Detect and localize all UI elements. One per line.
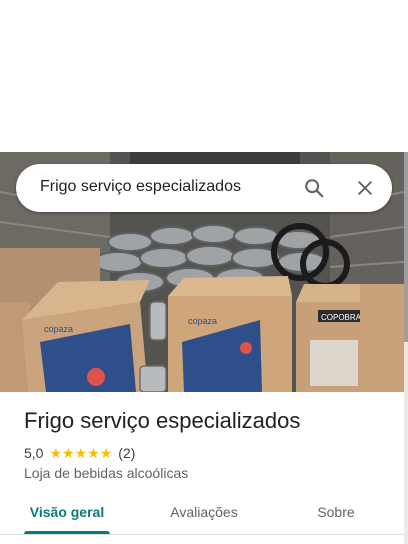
search-icon <box>305 179 324 198</box>
scrollbar-thumb[interactable] <box>404 152 408 342</box>
place-category: Loja de bebidas alcoólicas <box>24 465 189 481</box>
star-rating: ★ ★ ★ ★ ★ <box>49 446 112 460</box>
star-icon: ★ <box>62 445 75 461</box>
rating-row[interactable]: 5,0 ★ ★ ★ ★ ★ (2) <box>24 444 135 462</box>
review-count[interactable]: (2) <box>118 445 135 461</box>
place-title: Frigo serviço especializados <box>24 408 301 433</box>
search-bar[interactable]: Frigo serviço especializados <box>16 164 392 212</box>
rating-value: 5,0 <box>24 445 44 461</box>
blank-area <box>0 0 408 152</box>
search-button[interactable] <box>298 172 330 204</box>
svg-text:copaza: copaza <box>44 324 73 334</box>
tab-reviews[interactable]: Avaliações <box>160 504 248 520</box>
search-input[interactable]: Frigo serviço especializados <box>40 178 241 196</box>
star-icon: ★ <box>87 445 100 461</box>
svg-text:copaza: copaza <box>188 316 217 326</box>
star-icon: ★ <box>74 445 88 461</box>
tabs-divider <box>0 534 404 535</box>
clear-search-button[interactable] <box>349 172 381 204</box>
tab-overview[interactable]: Visão geral <box>24 504 110 520</box>
star-icon: ★ <box>49 445 63 461</box>
place-tabs: Visão geral Avaliações Sobre <box>0 492 404 536</box>
star-icon: ★ <box>99 445 113 461</box>
close-icon <box>358 181 372 195</box>
tab-about[interactable]: Sobre <box>306 504 366 520</box>
svg-text:COPOBRAS: COPOBRAS <box>321 313 366 322</box>
